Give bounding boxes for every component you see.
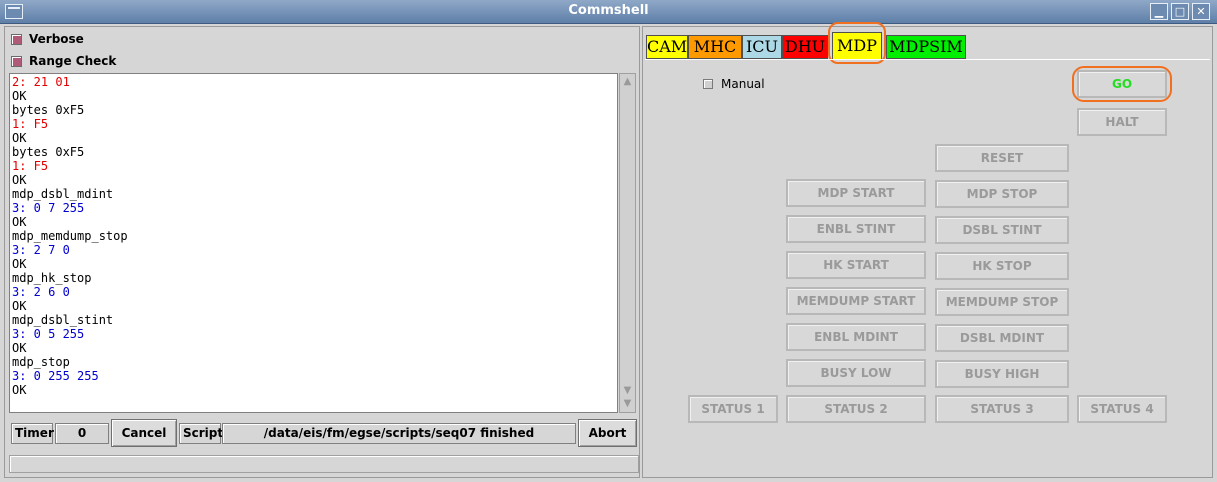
scroll-up-arrow-icon[interactable]: ▲ [621,75,634,88]
go-button[interactable]: GO [1077,70,1167,98]
close-icon[interactable]: ✕ [1192,3,1210,20]
control-panel: CAM MHC ICU DHU MDP MDPSIM Manual GO HAL… [642,22,1213,478]
manual-label: Manual [721,77,765,91]
checkbox-unchecked-icon[interactable] [703,79,713,89]
checkbox-checked-icon[interactable] [11,33,22,45]
console-line: 3: 2 6 0 [12,285,70,299]
console-scrollbar[interactable]: ▲ ▼ ▼ [619,73,636,413]
status-1-button[interactable]: STATUS 1 [688,395,778,423]
console-line: OK [12,383,27,397]
status-line [9,455,639,473]
tab-mdpsim[interactable]: MDPSIM [886,35,966,59]
console-line: 3: 2 7 0 [12,243,70,257]
halt-button[interactable]: HALT [1077,108,1167,136]
memdump-start-button[interactable]: MEMDUMP START [786,287,926,315]
range-check-checkbox[interactable]: Range Check [11,53,116,69]
console-line: OK [12,341,27,355]
console-line: bytes 0xF5 [12,145,85,159]
console-line: OK [12,299,27,313]
tab-mdp[interactable]: MDP [832,32,882,60]
verbose-label: Verbose [29,32,84,46]
console-line: 1: F5 [12,159,49,173]
enbl-mdint-button[interactable]: ENBL MDINT [786,323,926,351]
console-line: mdp_memdump_stop [12,229,128,243]
memdump-stop-button[interactable]: MEMDUMP STOP [935,288,1069,316]
checkbox-checked-icon[interactable] [11,55,22,67]
console-line: mdp_stop [12,355,70,369]
reset-button[interactable]: RESET [935,144,1069,172]
mdp-stop-button[interactable]: MDP STOP [935,180,1069,208]
console-line: 1: F5 [12,117,49,131]
mdp-tab-page: Manual GO HALT RESET MDP START MDP STOP … [645,59,1210,473]
console-line: 3: 0 5 255 [12,327,85,341]
timer-label: Timer [11,423,54,444]
script-controls: Timer 0 Cancel Script /data/eis/fm/egse/… [9,419,637,449]
tab-dhu[interactable]: DHU [782,35,828,59]
hk-start-button[interactable]: HK START [786,251,926,279]
busy-high-button[interactable]: BUSY HIGH [935,360,1069,388]
console-line: OK [12,131,27,145]
tab-cam[interactable]: CAM [646,35,688,59]
console-line: bytes 0xF5 [12,103,85,117]
cancel-button[interactable]: Cancel [111,419,177,447]
manual-checkbox[interactable]: Manual [703,77,765,91]
console-output[interactable]: 2: 21 01 OK bytes 0xF5 1: F5 OK bytes 0xF5 1: … [9,73,618,413]
range-check-label: Range Check [29,54,117,68]
scroll-down-arrow-icon[interactable]: ▼ [621,397,634,410]
minimize-icon[interactable]: ▁ [1150,3,1168,20]
console-line: mdp_dsbl_stint [12,313,114,327]
script-status: /data/eis/fm/egse/scripts/seq07 finished [222,423,576,444]
window-title: Commshell [568,3,649,18]
maximize-icon[interactable]: □ [1171,3,1189,20]
busy-low-button[interactable]: BUSY LOW [786,359,926,387]
dsbl-mdint-button[interactable]: DSBL MDINT [935,324,1069,352]
status-4-button[interactable]: STATUS 4 [1077,395,1167,423]
status-2-button[interactable]: STATUS 2 [786,395,926,423]
abort-button[interactable]: Abort [578,419,637,447]
status-3-button[interactable]: STATUS 3 [935,395,1069,423]
console-line: 2: 21 01 [12,75,70,89]
title-bar[interactable]: Commshell ▁ □ ✕ [0,0,1217,24]
dsbl-stint-button[interactable]: DSBL STINT [935,216,1069,244]
tab-icu[interactable]: ICU [742,35,782,59]
hk-stop-button[interactable]: HK STOP [935,252,1069,280]
console-line: mdp_hk_stop [12,271,92,285]
console-line: mdp_dsbl_mdint [12,187,114,201]
verbose-checkbox[interactable]: Verbose [11,31,84,47]
timer-value: 0 [55,423,109,444]
console-line: OK [12,89,27,103]
enbl-stint-button[interactable]: ENBL STINT [786,215,926,243]
console-line: OK [12,173,27,187]
console-line: OK [12,215,27,229]
scroll-down-arrow-icon[interactable]: ▼ [621,384,634,397]
tab-mhc[interactable]: MHC [688,35,742,59]
console-line: 3: 0 7 255 [12,201,85,215]
console-line: OK [12,257,27,271]
mdp-start-button[interactable]: MDP START [786,179,926,207]
console-panel: Verbose Range Check 2: 21 01 OK bytes 0xF5… [4,26,640,478]
script-label: Script [179,423,223,444]
console-line: 3: 0 255 255 [12,369,99,383]
